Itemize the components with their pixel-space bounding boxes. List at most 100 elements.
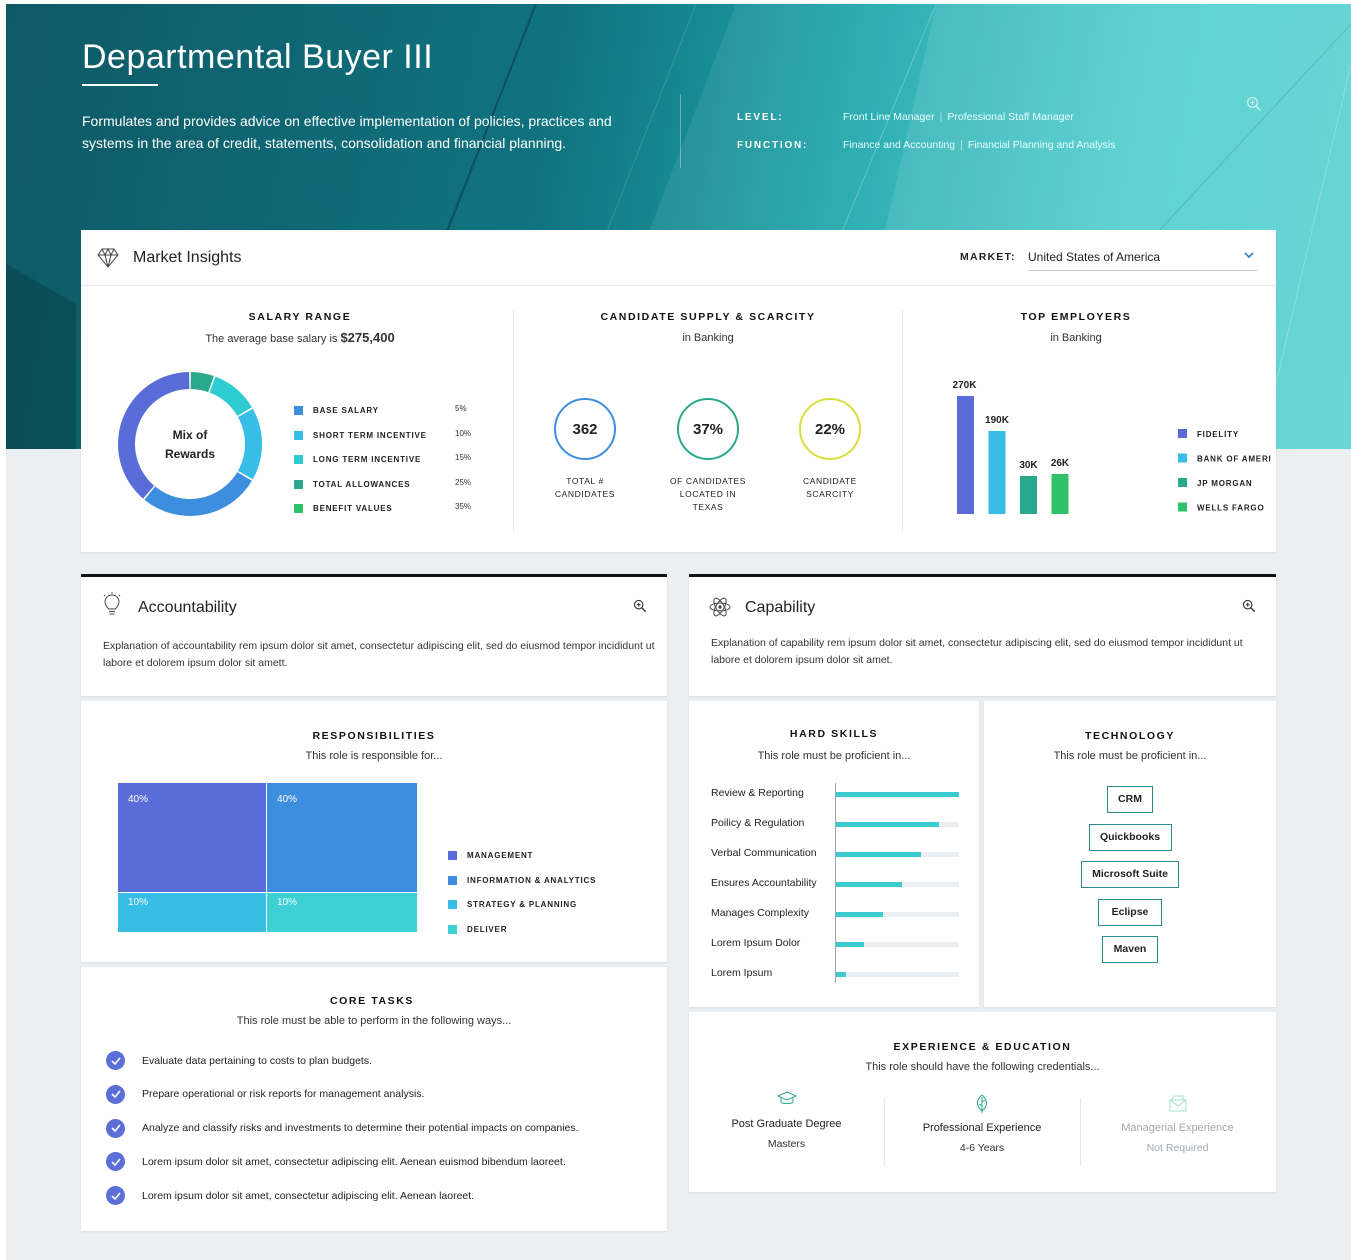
hard-skills-card: HARD SKILLS This role must be proficient…	[689, 701, 979, 1007]
core-task-item: Analyze and classify risks and investmen…	[106, 1118, 579, 1138]
skill-bar-fill	[836, 972, 846, 977]
donut-slice[interactable]	[190, 372, 214, 393]
check-icon	[106, 1051, 125, 1070]
experience-item-title: Professional Experience	[922, 1122, 1042, 1134]
stat-caption-line: CANDIDATES	[554, 489, 616, 499]
candidate-supply-subtitle: in Banking	[682, 332, 734, 344]
employer-bar[interactable]	[957, 396, 974, 514]
employer-legend-label: FIDELITY	[1197, 430, 1239, 439]
employer-bar[interactable]	[988, 430, 1006, 514]
treemap-cell[interactable]: 40%	[267, 783, 417, 892]
legend-label: BASE SALARY	[313, 406, 379, 415]
responsibilities-card: RESPONSIBILITIES This role is responsibl…	[81, 701, 667, 962]
function-value[interactable]: Finance and Accounting	[843, 139, 955, 151]
function-value[interactable]: Financial Planning and Analysis	[968, 139, 1116, 151]
legend-swatch	[294, 479, 303, 489]
experience-item-title: Managerial Experience	[1121, 1122, 1234, 1134]
level-label: LEVEL:	[737, 112, 784, 123]
experience-item-title: Post Graduate Degree	[731, 1118, 842, 1130]
treemap-cell[interactable]: 10%	[118, 893, 266, 932]
bar-value-label: 190K	[985, 415, 1010, 426]
envelope-icon	[1080, 1094, 1275, 1114]
skill-label: Ensures Accountability	[711, 877, 817, 889]
technology-tag[interactable]: Maven	[1102, 936, 1158, 963]
employer-bar[interactable]	[1020, 476, 1037, 514]
level-values: Front Line Manager | Professional Staff Ma…	[843, 111, 1074, 123]
experience-title: EXPERIENCE & EDUCATION	[893, 1041, 1072, 1053]
legend-percent: 35%	[455, 502, 472, 511]
leaf-icon	[885, 1094, 1080, 1114]
zoom-in-icon[interactable]	[1246, 96, 1262, 112]
diamond-icon	[97, 248, 119, 268]
technology-tag[interactable]: Quickbooks	[1088, 823, 1172, 851]
top-employers-title: TOP EMPLOYERS	[1020, 311, 1132, 323]
title-underline	[82, 84, 158, 86]
skill-label: Lorem Ipsum Dolor	[711, 937, 801, 949]
check-icon	[106, 1118, 125, 1138]
legend-label: BENEFIT VALUES	[313, 504, 393, 513]
technology-subtitle: This role must be proficient in...	[1053, 750, 1207, 762]
legend-swatch	[294, 430, 303, 440]
legend-swatch	[448, 900, 457, 909]
top-employers-subtitle: in Banking	[1050, 332, 1102, 344]
core-task-text: Evaluate data pertaining to costs to pla…	[142, 1054, 372, 1067]
technology-tag[interactable]: Microsoft Suite	[1081, 861, 1179, 888]
legend-swatch	[1178, 502, 1187, 512]
skill-label: Lorem Ipsum	[711, 967, 773, 979]
legend-percent: 5%	[455, 404, 467, 413]
capability-card: Capability Explanation of capability rem…	[689, 574, 1276, 696]
legend-label: SHORT TERM INCENTIVE	[313, 430, 427, 440]
experience-item-value: 4-6 Years	[959, 1142, 1005, 1154]
legend-swatch	[294, 455, 303, 464]
stat-caption-line: SCARCITY	[806, 489, 854, 499]
technology-title: TECHNOLOGY	[1084, 730, 1176, 742]
skill-bar-track	[836, 792, 959, 797]
legend-percent: 10%	[455, 428, 472, 438]
technology-tag[interactable]: CRM	[1107, 786, 1153, 813]
experience-item-value: Masters	[767, 1138, 806, 1150]
market-select[interactable]: United States of America	[1028, 245, 1258, 271]
legend-swatch	[294, 504, 303, 513]
top-employers-bar-chart: 270K 190K 30K 26K FIDELITY BANK OF AMERICA JP …	[953, 380, 1271, 514]
employer-bar[interactable]	[1051, 474, 1069, 514]
function-values: Finance and Accounting | Financial Plannin…	[843, 139, 1116, 151]
hard-skills-title: HARD SKILLS	[789, 728, 879, 740]
core-task-text: Prepare operational or risk reports for …	[142, 1088, 425, 1101]
market-label: MARKET:	[960, 251, 1016, 263]
skill-bar-fill	[836, 852, 921, 857]
salary-legend-item: BASE SALARY	[294, 406, 379, 415]
accountability-card: Accountability Explanation of accountabi…	[81, 574, 667, 696]
treemap-cell[interactable]: 40%	[118, 783, 266, 892]
legend-swatch	[1178, 429, 1187, 438]
legend-percent: 25%	[455, 477, 472, 487]
experience-column: Managerial Experience Not Required	[1080, 1094, 1275, 1154]
salary-subtitle-prefix: The average base salary is	[205, 333, 338, 345]
graduation-cap-icon	[689, 1090, 884, 1110]
legend-swatch	[1178, 478, 1187, 487]
skill-label: Verbal Communication	[711, 847, 817, 859]
skill-bar-track	[836, 852, 959, 857]
accountability-title: Accountability	[138, 599, 237, 616]
skill-label: Review & Reporting	[711, 787, 804, 799]
level-value[interactable]: Professional Staff Manager	[947, 111, 1073, 123]
section-divider	[513, 310, 514, 532]
legend-label: MANAGEMENT	[467, 851, 534, 860]
level-value[interactable]: Front Line Manager	[843, 111, 935, 123]
bar-value-label: 26K	[1051, 458, 1070, 469]
responsibility-legend-item: STRATEGY & PLANNING	[448, 900, 577, 909]
treemap-cell[interactable]: 10%	[267, 893, 417, 932]
bar-value-label: 30K	[1019, 460, 1038, 471]
salary-legend-item: BENEFIT VALUES	[294, 504, 393, 513]
bar-value-label: 270K	[953, 380, 978, 391]
core-task-item: Lorem ipsum dolor sit amet, consectetur …	[106, 1152, 566, 1172]
stat-caption-line: CANDIDATE	[803, 476, 857, 486]
zoom-in-icon[interactable]	[633, 599, 647, 613]
technology-tag[interactable]: Eclipse	[1098, 898, 1162, 926]
responsibility-legend-item: INFORMATION & ANALYTICS	[448, 875, 596, 885]
skill-bar-fill	[836, 822, 940, 827]
legend-swatch	[448, 924, 457, 934]
stat-circle: 22%	[799, 398, 861, 460]
zoom-in-icon[interactable]	[1242, 599, 1256, 613]
employer-legend-label: WELLS FARGO	[1197, 504, 1264, 513]
stat-circle: 37%	[677, 398, 739, 460]
